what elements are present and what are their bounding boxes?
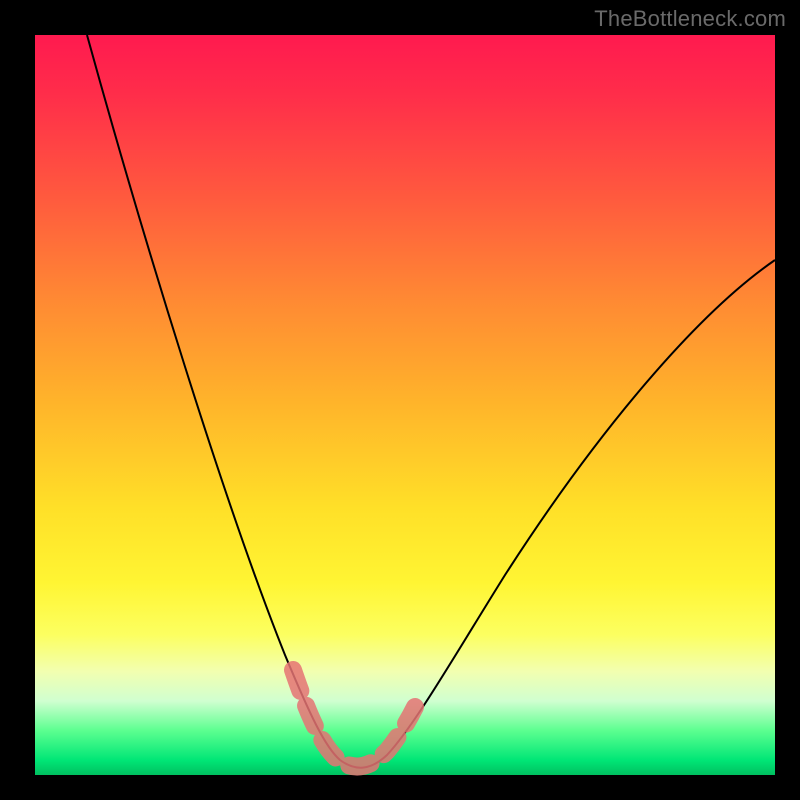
chart-frame: TheBottleneck.com <box>0 0 800 800</box>
bottleneck-curve <box>87 35 775 768</box>
optimal-range-marker <box>293 670 415 767</box>
chart-overlay <box>35 35 775 775</box>
watermark-text: TheBottleneck.com <box>594 6 786 32</box>
